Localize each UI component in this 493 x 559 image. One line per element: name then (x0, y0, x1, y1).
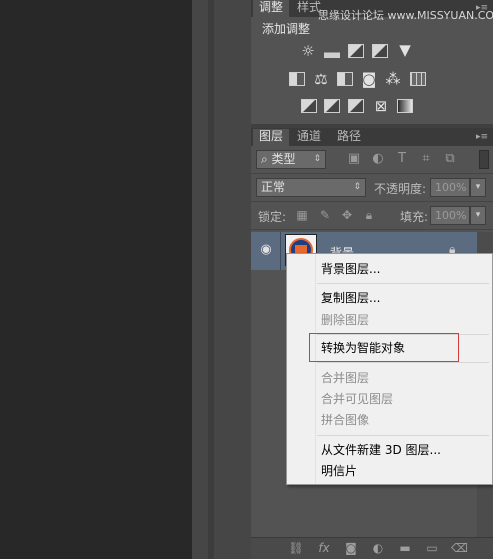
fill-input[interactable]: 100% (430, 206, 470, 225)
fill-dropdown-button[interactable]: ▾ (470, 206, 486, 225)
menu-separator (317, 283, 489, 284)
brightness-contrast-icon[interactable]: ☼ (299, 43, 317, 59)
adjust-panel-title: 添加调整 (262, 22, 311, 36)
layers-panel-menu-icon[interactable]: ▸≡ (475, 131, 489, 143)
curves-icon[interactable] (348, 44, 364, 58)
invert-icon[interactable] (301, 99, 317, 113)
menu-item-merge-layers[interactable]: 合并图层 (321, 367, 369, 389)
new-layer-icon[interactable]: ▭ (424, 541, 440, 555)
divider (251, 229, 493, 230)
posterize-icon[interactable] (324, 99, 340, 113)
tab-layers[interactable]: 图层 (253, 129, 290, 146)
tab-channels[interactable]: 通道 (291, 129, 327, 146)
search-icon: ⌕ (261, 152, 272, 166)
type-filter-icon[interactable]: T (395, 152, 409, 166)
divider (251, 173, 493, 174)
exposure-icon[interactable] (372, 44, 388, 58)
tab-adjustments[interactable]: 调整 (253, 0, 290, 17)
photo-filter-icon[interactable]: ◙ (360, 71, 378, 87)
gradient-map-icon[interactable] (397, 99, 413, 113)
selective-color-icon[interactable]: ⊠ (372, 98, 390, 114)
color-balance-icon[interactable]: ⚖ (312, 71, 330, 87)
menu-item-merge-visible[interactable]: 合并可见图层 (321, 388, 393, 410)
menu-item-delete-layer[interactable]: 删除图层 (321, 309, 369, 331)
adjustment-filter-icon[interactable]: ◐ (371, 152, 385, 166)
shape-filter-icon[interactable]: ⌗ (419, 152, 433, 166)
levels-icon[interactable] (324, 44, 340, 58)
lock-image-pixels-icon[interactable]: ✎ (318, 208, 332, 222)
filter-kind-select[interactable]: ⌕ 类型 ⇕ (256, 150, 326, 169)
color-lookup-icon[interactable] (410, 72, 426, 86)
lock-position-icon[interactable]: ✥ (340, 208, 354, 222)
lock-transparent-pixels-icon[interactable]: ▦ (295, 208, 309, 222)
menu-item-postcard[interactable]: 明信片 (321, 460, 357, 482)
menu-item-flatten-image[interactable]: 拼合图像 (321, 409, 369, 431)
menu-item-duplicate-layer[interactable]: 复制图层... (321, 287, 380, 309)
black-white-icon[interactable] (337, 72, 353, 86)
layers-panel-tabbar: 图层 通道 路径 ▸≡ (251, 128, 493, 146)
menu-item-background-layer[interactable]: 背景图层... (321, 258, 380, 280)
menu-item-new-3d-layer-from-file[interactable]: 从文件新建 3D 图层... (321, 439, 441, 461)
context-menu: 背景图层... 复制图层... 删除图层 转换为智能对象 合并图层 合并可见图层… (286, 253, 493, 485)
channel-mixer-icon[interactable]: ⁂ (384, 71, 402, 87)
tab-paths[interactable]: 路径 (331, 129, 367, 146)
fill-label: 填充: (400, 210, 429, 224)
highlight-box (309, 333, 459, 362)
threshold-icon[interactable] (348, 99, 364, 113)
link-icon[interactable]: ⛓ (288, 541, 304, 555)
menu-separator (317, 435, 489, 436)
divider (251, 201, 493, 202)
trash-icon[interactable]: ⌫ (451, 541, 468, 555)
vibrance-icon[interactable]: ▼ (396, 42, 414, 58)
blend-mode-select[interactable]: 正常 ⇕ (256, 178, 366, 197)
lock-all-icon[interactable]: 🔒︎ (362, 208, 376, 222)
opacity-label: 不透明度: (374, 182, 427, 196)
context-menu-gutter (287, 254, 316, 484)
blend-mode-value: 正常 (261, 180, 286, 194)
chevron-updown-icon: ⇕ (313, 154, 321, 164)
opacity-input[interactable]: 100% (430, 178, 470, 197)
hue-saturation-icon[interactable] (289, 72, 305, 86)
panel-gutter (192, 0, 251, 559)
smart-object-filter-icon[interactable]: ⧉ (443, 152, 457, 166)
divider (280, 232, 281, 270)
filter-toggle[interactable] (479, 150, 489, 169)
chevron-updown-icon: ⇕ (353, 182, 361, 192)
filter-kind-value: 类型 (271, 152, 296, 166)
group-folder-icon[interactable]: ▬ (397, 541, 413, 555)
image-filter-icon[interactable]: ▣ (347, 152, 361, 166)
mask-icon[interactable]: ◙ (343, 541, 359, 555)
adjustment-layer-icon[interactable]: ◐ (370, 541, 386, 555)
menu-separator (317, 362, 489, 363)
document-canvas (0, 0, 192, 559)
visibility-eye-icon[interactable]: ◉ (258, 243, 274, 256)
fx-icon[interactable]: fx (316, 541, 332, 555)
lock-label: 锁定: (258, 210, 287, 224)
opacity-dropdown-button[interactable]: ▾ (470, 178, 486, 197)
watermark: 思缘设计论坛 www.MISSYUAN.COM (318, 9, 493, 22)
